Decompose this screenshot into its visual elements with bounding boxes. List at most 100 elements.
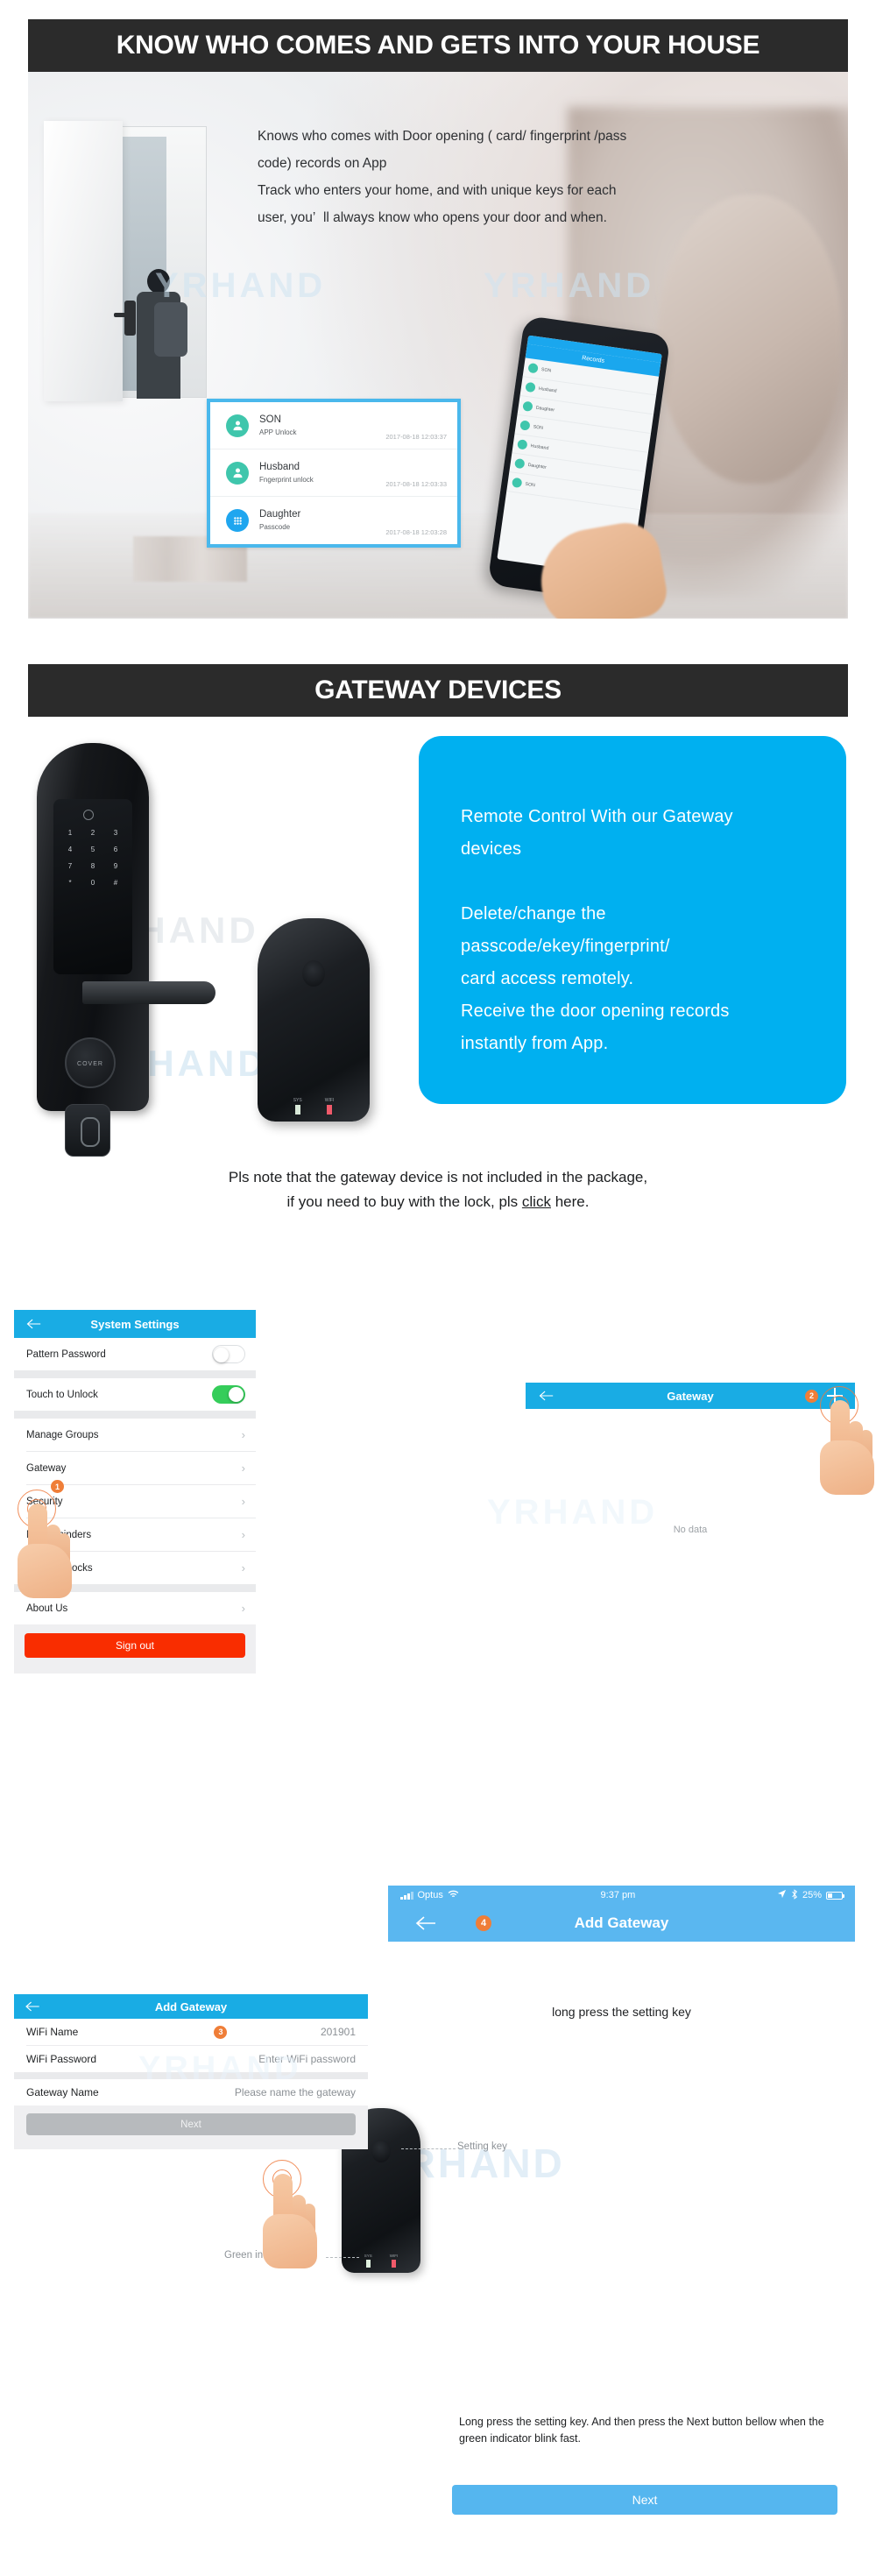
- wifi-label: WIFI: [389, 2254, 399, 2258]
- wifi-label: WIFI: [324, 1098, 335, 1103]
- record-info: SON APP Unlock: [249, 414, 385, 438]
- tap-pointer-add-gateway: [820, 1386, 876, 1500]
- wifi-icon: [448, 1890, 459, 1901]
- row-label: About Us: [26, 1603, 68, 1614]
- sign-out-button[interactable]: Sign out: [25, 1633, 245, 1658]
- divider: [14, 1411, 256, 1419]
- add-gateway-navbar: 4 Add Gateway: [388, 1905, 855, 1942]
- person-icon: [226, 461, 249, 485]
- lock-handle: [82, 981, 215, 1004]
- setting-key-button: [302, 960, 325, 987]
- devices-showcase: YRHAND YRHAND YRHAND 123 456 789 *0# COV…: [28, 734, 848, 1157]
- wifi-name-value: 201901: [320, 2026, 356, 2038]
- lock-keypad-screen: 1 2 3 4 5 6 7 8 9 * 0 #: [53, 799, 132, 974]
- keypad-key: 9: [113, 862, 118, 870]
- record-name: Husband: [259, 461, 300, 472]
- record-time: 2017-08-18 12:03:33: [385, 480, 447, 488]
- record-row: Husband Fngerprint unlock 2017-08-18 12:…: [210, 449, 457, 497]
- back-arrow-icon[interactable]: [388, 1905, 463, 1942]
- hand-palm: [18, 1544, 72, 1598]
- back-arrow-icon[interactable]: [14, 1994, 51, 2019]
- setting-row-touch-to-unlock[interactable]: Touch to Unlock: [14, 1378, 256, 1411]
- step-badge-3: 3: [214, 2025, 228, 2039]
- wifi-password-placeholder: Enter WiFi password: [258, 2053, 356, 2065]
- know-who-comes-section: KNOW WHO COMES AND GETS INTO YOUR HOUSE …: [28, 19, 848, 619]
- keypad-key: 0: [90, 879, 95, 887]
- record-time: 2017-08-18 12:03:37: [385, 433, 447, 441]
- next-button-enabled[interactable]: Next: [452, 2485, 837, 2515]
- form-row-wifi-password[interactable]: WiFi Password Enter WiFi password: [14, 2046, 368, 2072]
- section1-hero-photo: YRHAND YRHAND Knows who comes with Door …: [28, 72, 848, 619]
- pattern-password-toggle[interactable]: [212, 1345, 245, 1363]
- smart-lock-device: 1 2 3 4 5 6 7 8 9 * 0 # COVER: [37, 743, 215, 1157]
- keypad-key: #: [113, 879, 118, 887]
- gateway-purchase-note: Pls note that the gateway device is not …: [28, 1165, 848, 1214]
- note-line-2-post: here.: [550, 1193, 590, 1210]
- chevron-right-icon: ›: [241, 1561, 245, 1575]
- keypad-key: 2: [90, 829, 95, 837]
- chevron-right-icon: ›: [241, 1428, 245, 1441]
- step-badge-4: 4: [476, 1915, 491, 1931]
- row-label: Touch to Unlock: [26, 1389, 98, 1400]
- gateway-devices-section: GATEWAY DEVICES: [28, 664, 848, 717]
- back-arrow-icon[interactable]: [14, 1310, 53, 1338]
- click-here-link[interactable]: click: [522, 1193, 551, 1210]
- form-row-gateway-name[interactable]: Gateway Name Please name the gateway: [14, 2079, 368, 2105]
- person-icon: [226, 414, 249, 437]
- hand-palm: [820, 1440, 874, 1495]
- record-time: 2017-08-18 12:03:28: [385, 528, 447, 536]
- setting-key-button: [371, 2140, 391, 2162]
- add-gateway-title: Add Gateway: [574, 1914, 669, 1931]
- remote-control-blue-card: Remote Control With our Gateway devices D…: [419, 736, 846, 1104]
- section1-paragraph: Knows who comes with Door opening ( card…: [258, 129, 627, 225]
- lock-keypad: 1 2 3 4 5 6 7 8 9 * 0 #: [62, 829, 124, 895]
- green-indicator-leader-line: [326, 2257, 359, 2258]
- field-label: WiFi Password: [26, 2053, 97, 2065]
- setting-row-gateway[interactable]: Gateway ›: [14, 1452, 256, 1484]
- record-info: Daughter Passcode: [249, 508, 385, 533]
- sys-indicator: SYS: [364, 2254, 372, 2268]
- record-row: Daughter Passcode 2017-08-18 12:03:28: [210, 497, 457, 544]
- note-line-1: Pls note that the gateway device is not …: [228, 1169, 648, 1185]
- photo-woman-head: [657, 195, 841, 484]
- setting-row-pattern-password[interactable]: Pattern Password: [14, 1338, 256, 1370]
- wifi-indicator: WIFI: [389, 2254, 399, 2268]
- location-arrow-icon: [777, 1889, 787, 1901]
- divider: [14, 2072, 368, 2079]
- long-press-instructions: Long press the setting key. And then pre…: [459, 2416, 824, 2445]
- section1-banner: KNOW WHO COMES AND GETS INTO YOUR HOUSE: [28, 19, 848, 72]
- sys-label: SYS: [293, 1098, 302, 1103]
- row-label: Pattern Password: [26, 1348, 106, 1360]
- door-records-card: SON APP Unlock 2017-08-18 12:03:37 Husba…: [207, 399, 461, 548]
- section2-banner: GATEWAY DEVICES: [28, 664, 848, 717]
- signal-bars-icon: [400, 1891, 413, 1900]
- status-right: 25%: [777, 1888, 844, 1902]
- hand-palm: [263, 2214, 317, 2268]
- photo-door-panel: [44, 121, 136, 401]
- record-method: Passcode: [259, 523, 291, 531]
- settings-navbar: System Settings: [14, 1310, 256, 1338]
- gateway-title: Gateway: [667, 1389, 714, 1403]
- gateway-list-screen: Gateway 2 YRHAND No data: [487, 1383, 855, 1584]
- form-row-wifi-name[interactable]: WiFi Name 3 201901: [14, 2019, 368, 2045]
- photo-person-backpack: [154, 302, 187, 357]
- settings-title: System Settings: [90, 1317, 180, 1331]
- battery-percent: 25%: [802, 1890, 822, 1900]
- lock-cover-label: COVER: [65, 1037, 116, 1088]
- keypad-key: *: [68, 879, 72, 887]
- field-label: Gateway Name: [26, 2086, 99, 2098]
- touch-to-unlock-toggle[interactable]: [212, 1385, 245, 1404]
- power-icon: [83, 810, 94, 820]
- keypad-key: 8: [90, 862, 95, 870]
- tap-pointer-wifi-password: [263, 2160, 324, 2274]
- setting-row-manage-groups[interactable]: Manage Groups ›: [14, 1419, 256, 1451]
- bluetooth-icon: [791, 1888, 798, 1902]
- next-container: Next: [14, 2105, 368, 2149]
- back-arrow-icon[interactable]: [526, 1383, 566, 1409]
- record-name: Daughter: [259, 509, 301, 520]
- chevron-right-icon: ›: [241, 1602, 245, 1615]
- next-button-disabled[interactable]: Next: [26, 2113, 356, 2135]
- status-time: 9:37 pm: [600, 1890, 636, 1900]
- record-name: SON: [259, 414, 281, 425]
- battery-icon: [825, 1891, 844, 1900]
